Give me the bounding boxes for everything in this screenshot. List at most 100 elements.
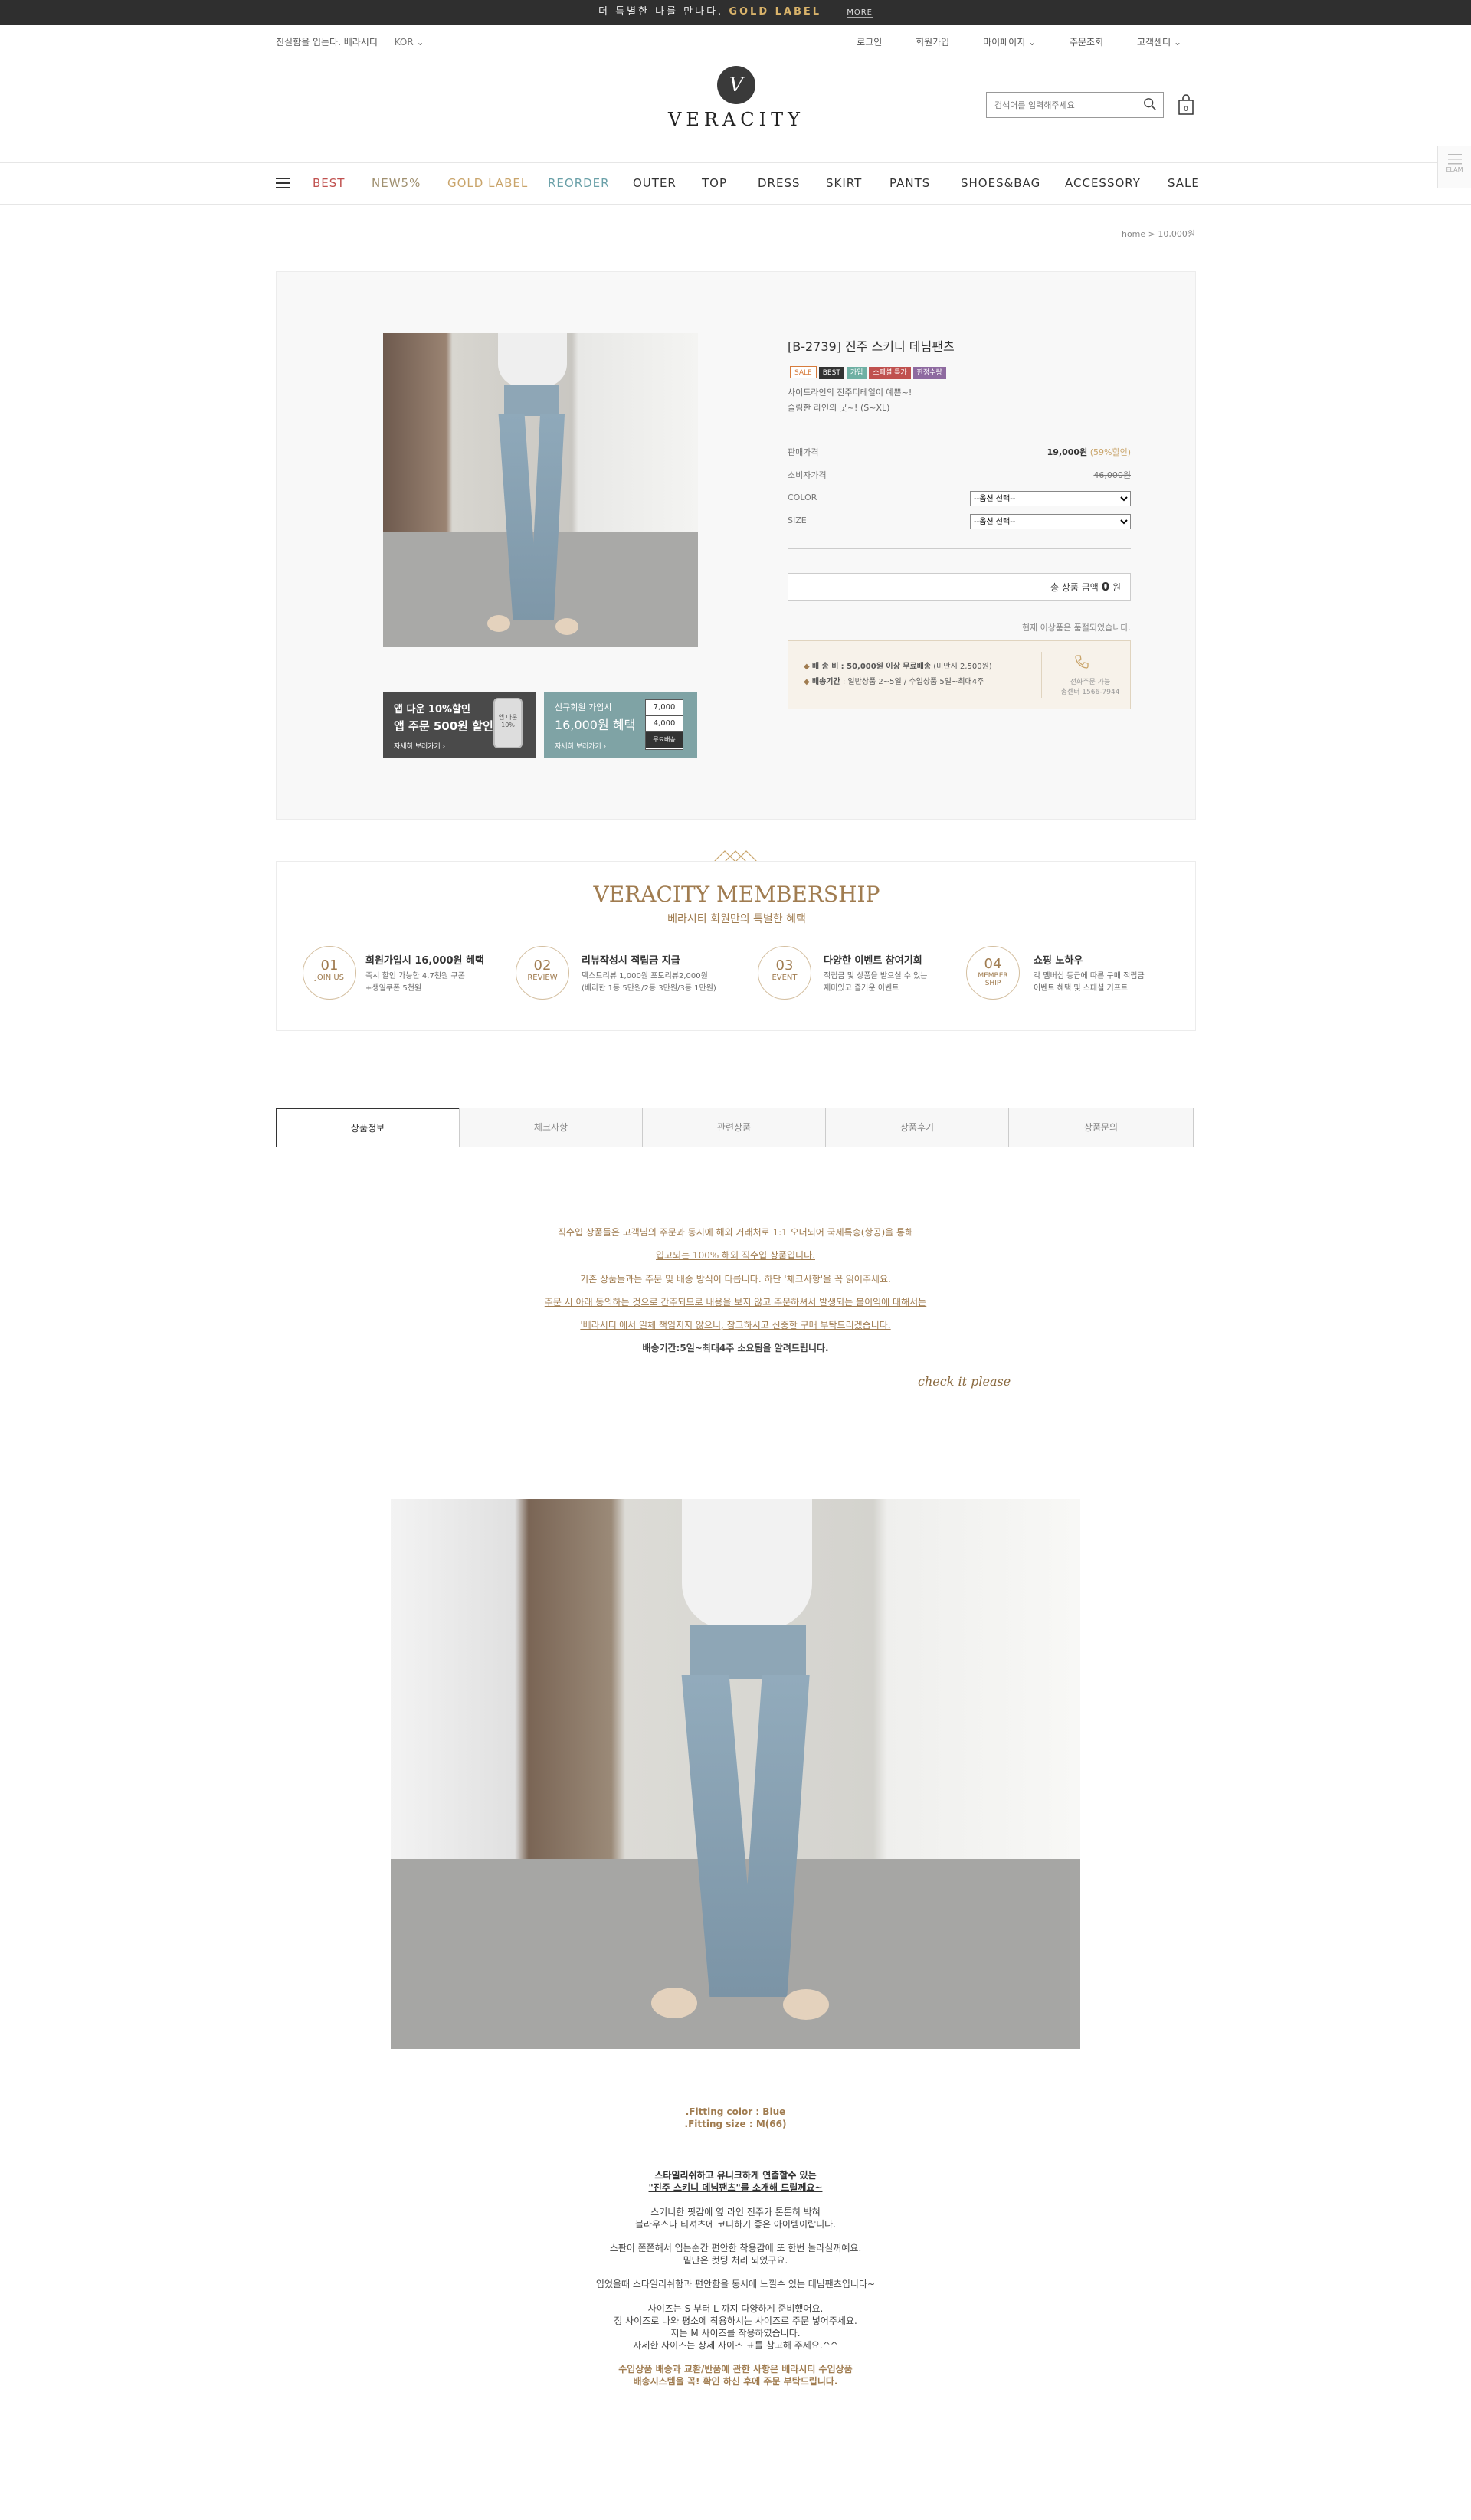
consumer-price-label: 소비자가격: [788, 470, 827, 480]
nav-skirt[interactable]: SKIRT: [826, 176, 862, 190]
mypage-link[interactable]: 마이페이지 ⌄: [983, 37, 1036, 47]
detail-p7: 정 사이즈로 나와 평소에 착용하시는 사이즈로 주문 넣어주세요.: [614, 2315, 857, 2326]
detail-tabs: 상품정보 체크사항 관련상품 상품후기 상품문의: [276, 1108, 1194, 1147]
badge-limited: 한정수량: [912, 367, 946, 379]
cart-icon[interactable]: 0: [1178, 93, 1194, 116]
size-label: SIZE: [788, 515, 807, 525]
membership-3-desc: 적립금 및 상품을 받으실 수 있는 재미있고 즐거운 이벤트: [824, 970, 928, 995]
membership-4-desc2: 이벤트 혜택 및 스페셜 기프트: [1034, 984, 1129, 993]
side-quick-label: ELAM: [1446, 166, 1463, 173]
membership-2-number: 02: [533, 957, 552, 974]
breadcrumb-current[interactable]: 10,000원: [1158, 229, 1195, 239]
list-icon: [1447, 154, 1462, 165]
membership-2-desc2: (베라한 1등 5만원/2등 3만원/3등 1만원): [582, 984, 716, 993]
tab-reviews[interactable]: 상품후기: [825, 1108, 1009, 1147]
tab-qna[interactable]: 상품문의: [1008, 1108, 1194, 1147]
logo-mark[interactable]: V: [717, 66, 755, 104]
total-unit: 원: [1112, 582, 1121, 593]
promo-text: 더 특별한 나를 만나다.: [598, 6, 724, 18]
consumer-price-row: 소비자가격 46,000원: [788, 469, 1131, 484]
product-main-image[interactable]: [383, 333, 698, 647]
membership-item-3-badge: 03 EVENT: [758, 946, 811, 1000]
app-download-banner[interactable]: 앱 다운 10%할인 앱 주문 500원 할인 자세히 보러가기 › 앱 다운 …: [383, 692, 536, 758]
shipping-time: : 일반상품 2~5일 / 수입상품 5일~최대4주: [842, 678, 984, 686]
logo-text[interactable]: VERACITY: [657, 109, 815, 130]
nav-reorder[interactable]: REORDER: [548, 176, 610, 190]
language-select[interactable]: KOR ⌄: [395, 37, 424, 47]
top-promo-bar[interactable]: 더 특별한 나를 만나다. GOLD LABEL MORE: [0, 0, 1471, 25]
login-link[interactable]: 로그인: [857, 37, 882, 47]
phone-call-icon: [1075, 655, 1089, 669]
badge-special: 스페셜 특가: [869, 367, 911, 379]
order-lookup-link[interactable]: 주문조회: [1070, 37, 1103, 47]
coupon-3: 무료배송: [646, 731, 683, 748]
shipping-fee-label: 배 송 비: [811, 663, 839, 671]
breadcrumb-separator: >: [1148, 229, 1155, 239]
new-member-banner[interactable]: 신규회원 가입시 16,000원 혜택 자세히 보러가기 › 7,000 4,0…: [544, 692, 697, 758]
discount-rate: (59%할인): [1089, 447, 1131, 457]
import-notice-line4: 주문 시 아래 동의하는 것으로 간주되므로 내용을 보지 않고 주문하셔서 발…: [544, 1297, 927, 1307]
divider: [1041, 652, 1042, 698]
detail-p8: 저는 M 사이즈를 착용하였습니다.: [670, 2328, 801, 2338]
import-notice-line1: 직수입 상품들은 고객님의 주문과 동시에 해외 거래처로 1:1 오더되어 국…: [557, 1227, 914, 1238]
membership-1-desc1: 즉시 할인 가능한 4,7천원 쿠폰: [365, 972, 465, 980]
import-notice-line3: 기존 상품들과는 주문 및 배송 방식이 다릅니다. 하단 '체크사항'을 꼭 …: [580, 1274, 891, 1285]
tab-product-info[interactable]: 상품정보: [276, 1108, 460, 1147]
nav-new[interactable]: NEW5%: [372, 176, 421, 190]
color-select[interactable]: --옵션 선택--: [970, 491, 1131, 506]
price-value-group: 19,000원 (59%할인): [1047, 446, 1131, 458]
membership-title: VERACITY MEMBERSHIP: [593, 882, 880, 907]
product-detail-image[interactable]: [391, 1499, 1080, 2049]
membership-1-desc2: +생일쿠폰 5천원: [365, 984, 422, 993]
nav-pants[interactable]: PANTS: [889, 176, 930, 190]
nav-outer[interactable]: OUTER: [633, 176, 677, 190]
import-notice-line6: 배송기간:5일~최대4주 소요됨을 알려드립니다.: [642, 1343, 829, 1353]
membership-4-title: 쇼핑 노하우: [1034, 955, 1083, 967]
nav-best[interactable]: BEST: [313, 176, 345, 190]
coupon-1: 7,000: [653, 703, 676, 712]
search-icon[interactable]: [1143, 97, 1157, 111]
check-it-please: check it please: [918, 1374, 1011, 1389]
nav-sale[interactable]: SALE: [1168, 176, 1200, 190]
new-member-line1: 신규회원 가입시: [555, 702, 612, 712]
customer-center-link[interactable]: 고객센터 ⌄: [1137, 37, 1181, 47]
shipping-fee-note: (미만시 2,500원): [933, 663, 992, 671]
detail-heading-2: "진주 스키니 데님팬츠"를 소개해 드릴께요~: [648, 2182, 823, 2193]
membership-2-tag: REVIEW: [527, 974, 558, 982]
nav-gold-label[interactable]: GOLD LABEL: [447, 176, 528, 190]
nav-top[interactable]: TOP: [702, 176, 727, 190]
membership-4-number: 04: [984, 956, 1002, 972]
app-banner-link[interactable]: 자세히 보러가기 ›: [394, 741, 446, 751]
membership-3-desc1: 적립금 및 상품을 받으실 수 있는: [824, 972, 928, 980]
membership-1-title: 회원가입시 16,000원 혜택: [365, 955, 484, 967]
nav-shoes-bag[interactable]: SHOES&BAG: [961, 176, 1040, 190]
membership-3-number: 03: [775, 957, 794, 974]
nav-dress[interactable]: DRESS: [758, 176, 801, 190]
tab-related[interactable]: 관련상품: [642, 1108, 826, 1147]
promo-gold-label: GOLD LABEL: [729, 6, 822, 18]
util-right: 로그인 회원가입 마이페이지 ⌄ 주문조회 고객센터 ⌄: [840, 35, 1195, 48]
menu-icon[interactable]: [276, 178, 290, 188]
size-select[interactable]: --옵션 선택--: [970, 514, 1131, 529]
sale-price: 19,000원: [1047, 447, 1088, 457]
side-quick-button[interactable]: ELAM: [1437, 146, 1471, 188]
nav-accessory[interactable]: ACCESSORY: [1065, 176, 1141, 190]
phone-order-line2: 총센터 1566-7944: [1060, 689, 1120, 696]
total-price-box: 총 상품 금액 0 원: [788, 573, 1131, 601]
new-member-link[interactable]: 자세히 보러가기 ›: [555, 741, 607, 751]
import-notice-line5: '베라시티'에서 일체 책임지지 않으니, 참고하시고 신중한 구매 부탁드리겠…: [580, 1320, 891, 1330]
size-option-row: SIZE --옵션 선택--: [788, 514, 1131, 531]
search-box: [986, 92, 1164, 118]
breadcrumb-home[interactable]: home: [1122, 229, 1145, 239]
join-link[interactable]: 회원가입: [916, 37, 949, 47]
util-left: 진실함을 입는다. 베라시티 KOR ⌄: [276, 35, 438, 48]
detail-p5: 입었을때 스타일리쉬함과 편안함을 동시에 느낄수 있는 데님팬츠입니다~: [595, 2279, 876, 2289]
gnb-bottom-line: [0, 204, 1471, 205]
cart-count: 0: [1184, 106, 1188, 113]
main-nav: BEST NEW5% GOLD LABEL REORDER OUTER TOP …: [276, 173, 1199, 196]
promo-more-link[interactable]: MORE: [847, 8, 873, 18]
search-input[interactable]: [987, 93, 1125, 117]
phone-order-line1: 전화주문 가능: [1070, 679, 1111, 686]
tab-checklist[interactable]: 체크사항: [459, 1108, 643, 1147]
membership-4-tag: MEMBER SHIP: [978, 972, 1008, 987]
